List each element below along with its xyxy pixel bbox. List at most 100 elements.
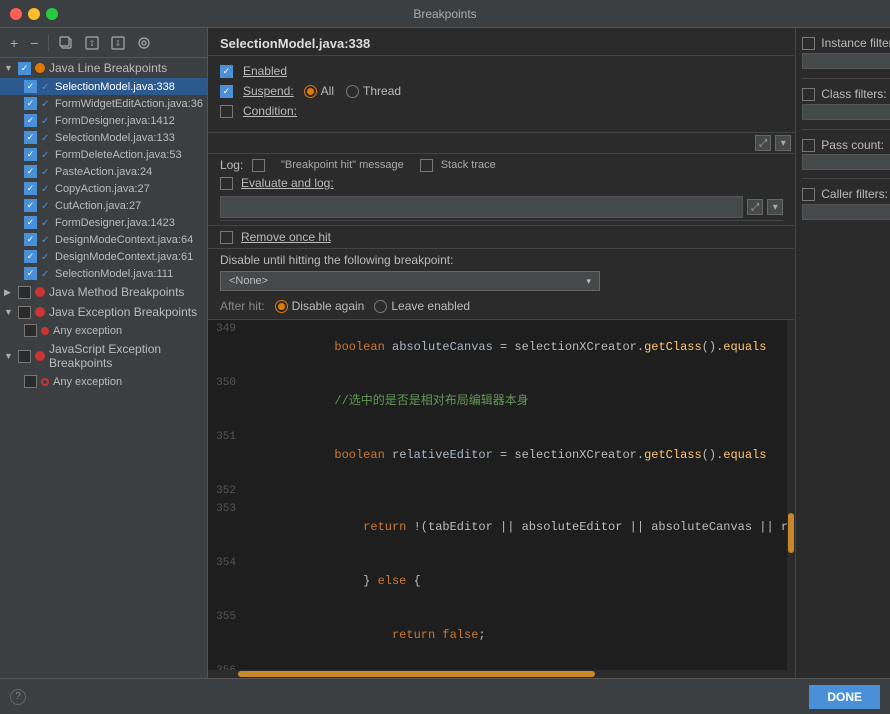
right-section: SelectionModel.java:338 Enabled Suspend:… xyxy=(208,28,890,678)
item-paste24-checkbox[interactable] xyxy=(24,165,37,178)
caller-filter-checkbox[interactable] xyxy=(802,188,815,201)
maximize-button[interactable] xyxy=(46,8,58,20)
code-line-349: 349 boolean absoluteCanvas = selectionXC… xyxy=(208,320,795,374)
copy-button[interactable] xyxy=(55,34,77,52)
item-copy27-label: CopyAction.java:27 xyxy=(55,183,150,195)
breakpoint-tree: ▼ Java Line Breakpoints ✓ SelectionModel… xyxy=(0,58,207,678)
tree-item-formdes1423[interactable]: ✓ FormDesigner.java:1423 xyxy=(0,214,207,231)
tree-item-any-exc[interactable]: Any exception xyxy=(0,322,207,339)
remove-once-checkbox[interactable] xyxy=(220,231,233,244)
code-area[interactable]: 349 boolean absoluteCanvas = selectionXC… xyxy=(208,320,795,670)
line-num-350: 350 xyxy=(208,374,244,428)
suspend-checkbox[interactable] xyxy=(220,85,233,98)
java-method-icon xyxy=(35,287,45,297)
class-filter-checkbox[interactable] xyxy=(802,88,815,101)
log-label: Log: xyxy=(220,158,244,172)
code-scrollbar-h[interactable] xyxy=(208,670,795,678)
code-line-351: 351 boolean relativeEditor = selectionXC… xyxy=(208,428,795,482)
item-design64-checkbox[interactable] xyxy=(24,233,37,246)
export-button[interactable]: ⇧ xyxy=(81,34,103,52)
breakpoint-hit-text: "Breakpoint hit" message xyxy=(281,159,404,171)
tree-item-formdelete53[interactable]: ✓ FormDeleteAction.java:53 xyxy=(0,146,207,163)
item-sel338-checkbox[interactable] xyxy=(24,80,37,93)
done-button[interactable]: DONE xyxy=(809,685,880,709)
after-hit-leave-radio xyxy=(374,300,387,313)
tree-item-sel111[interactable]: ✓ SelectionModel.java:111 xyxy=(0,265,207,282)
instance-filter-checkbox[interactable] xyxy=(802,37,815,50)
class-filter-input[interactable] xyxy=(802,104,890,120)
item-formdes1412-dot: ✓ xyxy=(41,116,51,126)
group-java-method-checkbox[interactable] xyxy=(18,286,31,299)
window-controls[interactable] xyxy=(10,8,58,20)
group-java-line-checkbox[interactable] xyxy=(18,62,31,75)
item-sel338-label: SelectionModel.java:338 xyxy=(55,81,175,93)
add-button[interactable]: + xyxy=(6,34,22,52)
help-icon[interactable]: ? xyxy=(10,689,26,705)
settings-button[interactable] xyxy=(133,34,155,52)
disable-dropdown[interactable]: <None> ▾ xyxy=(220,271,600,291)
remove-button[interactable]: − xyxy=(26,34,42,52)
item-sel133-checkbox[interactable] xyxy=(24,131,37,144)
item-any-exc-js-checkbox[interactable] xyxy=(24,375,37,388)
tree-item-paste24[interactable]: ✓ PasteAction.java:24 xyxy=(0,163,207,180)
pass-count-checkbox[interactable] xyxy=(802,139,815,152)
title-bar: Breakpoints xyxy=(0,0,890,28)
after-hit-disable[interactable]: Disable again xyxy=(275,299,365,313)
instance-filter-label: Instance filters: xyxy=(821,36,890,50)
item-any-exc-checkbox[interactable] xyxy=(24,324,37,337)
line-num-351: 351 xyxy=(208,428,244,482)
code-line-352: 352 xyxy=(208,482,795,500)
caller-filter-input[interactable] xyxy=(802,204,890,220)
item-cut27-checkbox[interactable] xyxy=(24,199,37,212)
item-copy27-checkbox[interactable] xyxy=(24,182,37,195)
expand-evaluate-btn[interactable]: ⤢ xyxy=(747,199,763,215)
tree-item-form36[interactable]: ✓ FormWidgetEditAction.java:36 xyxy=(0,95,207,112)
item-sel338-dot: ✓ xyxy=(41,82,51,92)
item-design61-checkbox[interactable] xyxy=(24,250,37,263)
item-design61-dot: ✓ xyxy=(41,252,51,262)
tree-item-sel133[interactable]: ✓ SelectionModel.java:133 xyxy=(0,129,207,146)
item-sel111-checkbox[interactable] xyxy=(24,267,37,280)
tree-item-design64[interactable]: ✓ DesignModeContext.java:64 xyxy=(0,231,207,248)
group-java-method-header[interactable]: ▶ Java Method Breakpoints xyxy=(0,282,207,302)
expand-condition-btn[interactable]: ⤢ xyxy=(755,135,771,151)
item-form36-checkbox[interactable] xyxy=(24,97,37,110)
item-formdelete53-checkbox[interactable] xyxy=(24,148,37,161)
item-any-exc-js-label: Any exception xyxy=(53,376,122,388)
group-java-line-header[interactable]: ▼ Java Line Breakpoints xyxy=(0,58,207,78)
remove-once-label: Remove once hit xyxy=(241,230,331,244)
item-formdes1423-checkbox[interactable] xyxy=(24,216,37,229)
tree-item-sel338[interactable]: ✓ SelectionModel.java:338 xyxy=(0,78,207,95)
group-java-exception-header[interactable]: ▼ Java Exception Breakpoints xyxy=(0,302,207,322)
instance-filter-input[interactable] xyxy=(802,53,890,69)
condition-dropdown-btn[interactable]: ▾ xyxy=(775,135,791,151)
tree-item-cut27[interactable]: ✓ CutAction.java:27 xyxy=(0,197,207,214)
tree-item-design61[interactable]: ✓ DesignModeContext.java:61 xyxy=(0,248,207,265)
group-java-method-label: Java Method Breakpoints xyxy=(49,285,184,299)
minimize-button[interactable] xyxy=(28,8,40,20)
code-scrollbar-v[interactable] xyxy=(787,320,795,670)
group-js-exception-header[interactable]: ▼ JavaScript Exception Breakpoints xyxy=(0,339,207,373)
code-line-354: 354 } else { xyxy=(208,554,795,608)
suspend-thread[interactable]: Thread xyxy=(346,84,401,98)
item-sel133-dot: ✓ xyxy=(41,133,51,143)
group-java-exception-checkbox[interactable] xyxy=(18,306,31,319)
tree-item-copy27[interactable]: ✓ CopyAction.java:27 xyxy=(0,180,207,197)
evaluate-dropdown-btn[interactable]: ▾ xyxy=(767,199,783,215)
breakpoint-hit-checkbox[interactable] xyxy=(252,159,265,172)
group-js-exception-checkbox[interactable] xyxy=(18,350,31,363)
item-formdes1412-checkbox[interactable] xyxy=(24,114,37,127)
close-button[interactable] xyxy=(10,8,22,20)
suspend-all[interactable]: All xyxy=(304,84,334,98)
bp-header: SelectionModel.java:338 xyxy=(208,28,795,56)
caller-filter-label: Caller filters: xyxy=(821,187,888,201)
tree-item-any-exc-js[interactable]: Any exception xyxy=(0,373,207,390)
evaluate-checkbox[interactable] xyxy=(220,177,233,190)
import-button[interactable]: ⇩ xyxy=(107,34,129,52)
after-hit-leave[interactable]: Leave enabled xyxy=(374,299,470,313)
enabled-checkbox[interactable] xyxy=(220,65,233,78)
condition-checkbox[interactable] xyxy=(220,105,233,118)
tree-item-formdes1412[interactable]: ✓ FormDesigner.java:1412 xyxy=(0,112,207,129)
pass-count-input[interactable] xyxy=(802,154,890,170)
stack-trace-checkbox[interactable] xyxy=(420,159,433,172)
